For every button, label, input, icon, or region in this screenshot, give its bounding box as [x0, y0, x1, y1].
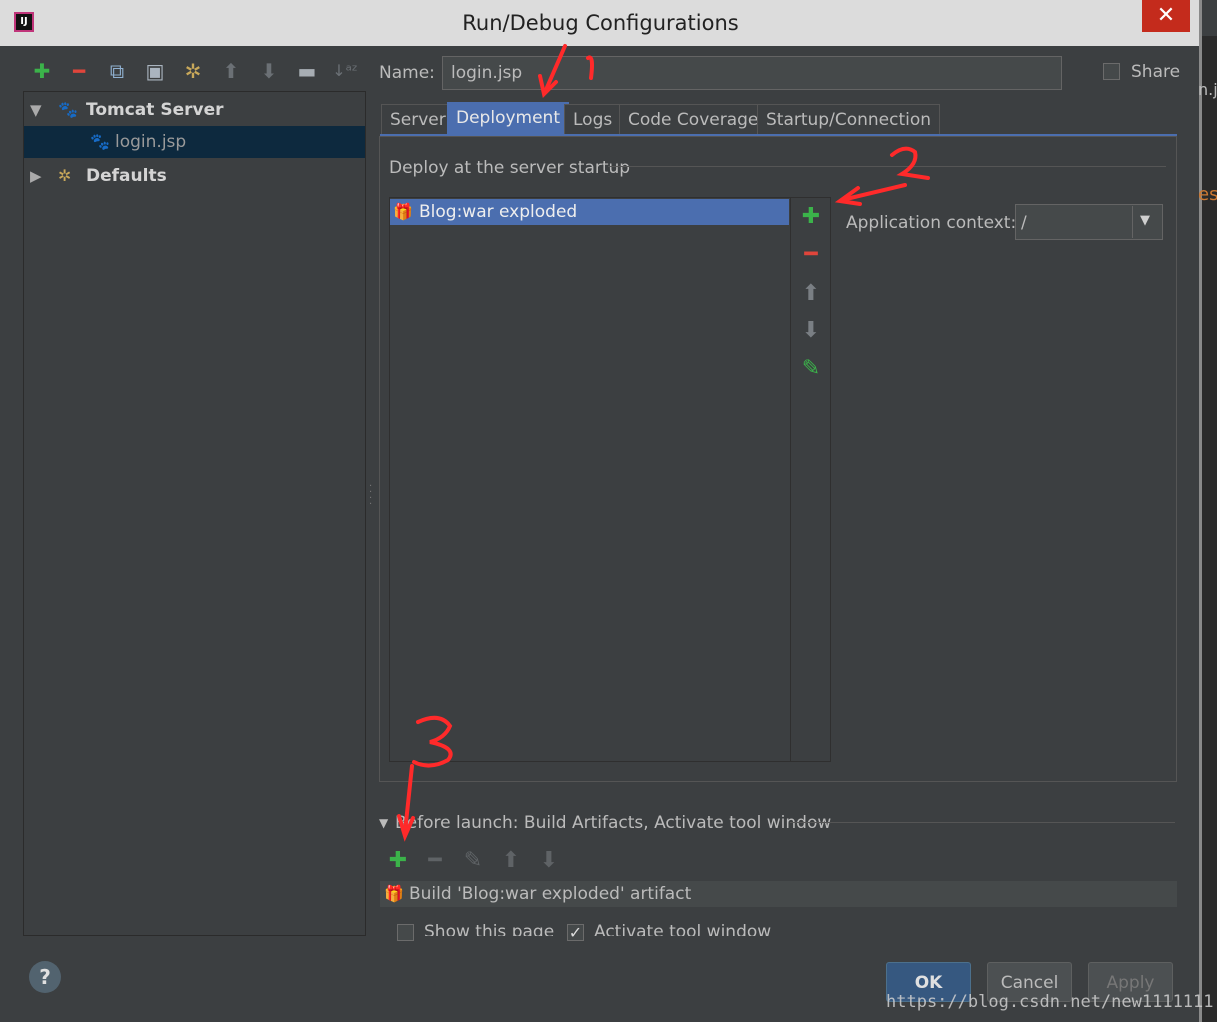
artifact-label: Blog:war exploded: [419, 202, 578, 222]
sort-icon[interactable]: ↓ᵃᶻ: [332, 58, 358, 84]
save-icon[interactable]: ▣: [142, 58, 168, 84]
window-title: Run/Debug Configurations: [462, 11, 739, 35]
tab-startup-connection[interactable]: Startup/Connection: [757, 104, 941, 134]
move-up-icon[interactable]: ⬆: [218, 58, 244, 84]
tab-code-coverage[interactable]: Code Coverage: [619, 104, 768, 134]
section-separator: [790, 822, 1175, 823]
artifact-icon: 🎁: [384, 884, 404, 903]
collapse-arrow-icon[interactable]: ▼: [379, 816, 388, 830]
share-checkbox[interactable]: [1103, 63, 1120, 80]
tomcat-icon: 🐾: [90, 132, 110, 151]
remove-icon[interactable]: ━: [66, 58, 92, 84]
editor-fragment: n.j: [1198, 80, 1217, 99]
chevron-down-icon[interactable]: ▼: [1140, 213, 1150, 228]
section-separator: [608, 166, 1166, 167]
artifact-list[interactable]: [389, 197, 791, 762]
before-launch-title: Before launch: Build Artifacts, Activate…: [395, 813, 832, 833]
activate-tool-window-checkbox[interactable]: ✓: [567, 924, 584, 941]
edit-pencil-icon[interactable]: ✎: [791, 356, 831, 381]
tree-item-label: Defaults: [86, 166, 167, 186]
move-up-icon[interactable]: ⬆: [791, 281, 831, 306]
editor-fragment: es: [1198, 184, 1217, 205]
application-context-label: Application context:: [846, 213, 1017, 233]
list-item[interactable]: Build 'Blog:war exploded' artifact: [409, 884, 691, 904]
add-icon[interactable]: ✚: [29, 58, 55, 84]
tomcat-icon: 🐾: [58, 100, 78, 119]
name-input[interactable]: [442, 56, 1062, 90]
move-down-icon[interactable]: ⬇: [256, 58, 282, 84]
move-up-icon[interactable]: ⬆: [498, 848, 524, 873]
close-button[interactable]: ✕: [1142, 0, 1190, 32]
expand-arrow-icon[interactable]: ▼: [30, 94, 42, 126]
select-divider: [1132, 206, 1133, 238]
activate-tool-window-label: Activate tool window: [594, 922, 772, 936]
watermark: https://blog.csdn.net/new1111111: [886, 992, 1214, 1012]
help-icon[interactable]: ?: [29, 961, 61, 993]
edit-pencil-icon[interactable]: ✎: [460, 848, 486, 873]
remove-artifact-icon[interactable]: ━: [791, 242, 831, 267]
tree-item-login-jsp[interactable]: 🐾 login.jsp: [24, 126, 365, 158]
tab-deployment[interactable]: Deployment: [447, 102, 569, 135]
collapse-arrow-icon[interactable]: ▶: [30, 160, 42, 192]
tab-server[interactable]: Server: [381, 104, 455, 134]
name-label: Name:: [379, 63, 435, 83]
tree-item-defaults[interactable]: ▶ ✲ Defaults: [24, 160, 365, 192]
share-label: Share: [1131, 62, 1181, 82]
background-editor-strip: n.j es: [1198, 36, 1217, 1022]
deploy-section-title: Deploy at the server startup: [389, 158, 631, 178]
application-context-value: /: [1021, 213, 1027, 233]
splitter-handle[interactable]: · · · ·: [369, 482, 372, 510]
tree-item-label: Tomcat Server: [86, 100, 224, 120]
add-artifact-icon[interactable]: ✚: [791, 204, 831, 229]
show-page-label: Show this page: [424, 922, 555, 936]
configuration-tree[interactable]: ▼ 🐾 Tomcat Server 🐾 login.jsp ▶ ✲ Defaul…: [23, 91, 366, 936]
folder-icon[interactable]: ▬: [294, 58, 320, 84]
tree-item-tomcat-server[interactable]: ▼ 🐾 Tomcat Server: [24, 94, 365, 126]
tab-logs[interactable]: Logs: [564, 104, 622, 134]
list-item[interactable]: 🎁 Blog:war exploded: [390, 199, 789, 225]
wrench-icon: ✲: [58, 166, 72, 185]
add-task-icon[interactable]: ✚: [385, 848, 411, 873]
move-down-icon[interactable]: ⬇: [791, 318, 831, 343]
tree-item-label: login.jsp: [115, 132, 187, 152]
copy-icon[interactable]: ⧉: [104, 58, 130, 84]
artifact-icon: 🎁: [393, 202, 413, 221]
show-page-checkbox[interactable]: [397, 924, 414, 941]
remove-task-icon[interactable]: ━: [422, 848, 448, 873]
move-down-icon[interactable]: ⬇: [536, 848, 562, 873]
wrench-icon[interactable]: ✲: [180, 58, 206, 84]
